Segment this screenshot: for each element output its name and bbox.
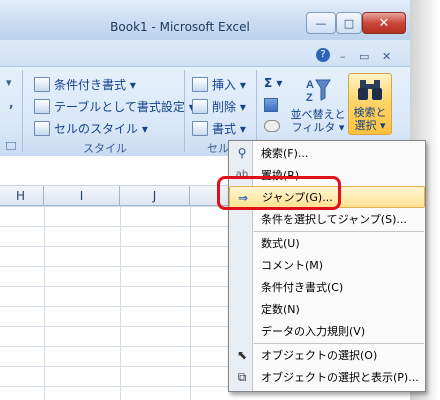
menu-item-find[interactable]: ⚲ 検索(F)...	[229, 142, 425, 164]
delete-icon	[192, 99, 208, 114]
fill-icon[interactable]	[264, 98, 278, 112]
insert-label: 挿入 ▾	[212, 78, 246, 92]
conditional-format-label: 条件付き書式 ▾	[54, 78, 136, 92]
sort-filter-label-line1: 並べ替えと	[290, 108, 346, 121]
format-icon	[192, 121, 208, 136]
menu-item-comments[interactable]: コメント(M)	[229, 254, 425, 276]
conditional-format-button[interactable]: 条件付き書式 ▾	[34, 76, 136, 93]
sort-filter-label-line2: フィルタ ▾	[291, 121, 345, 134]
menu-item-label: オブジェクトの選択と表示(P)...	[261, 371, 419, 384]
find-select-label-line2: 選択 ▾	[354, 119, 386, 132]
binoculars-icon: ⚲	[237, 146, 247, 160]
svg-text:Z: Z	[306, 92, 313, 104]
workbook-close-button[interactable]: ✕	[382, 50, 391, 63]
menu-item-conditional-formatting[interactable]: 条件付き書式(C)	[229, 276, 425, 298]
menu-item-label: コメント(M)	[261, 259, 324, 272]
menu-item-label: 条件付き書式(C)	[261, 281, 344, 294]
column-header-j[interactable]: J	[120, 186, 190, 206]
group-separator	[184, 70, 185, 152]
svg-text:A: A	[306, 79, 314, 91]
cell-styles-icon	[34, 121, 50, 136]
menu-item-select-objects[interactable]: ⬉ オブジェクトの選択(O)	[229, 344, 425, 366]
cells-group-label: セル	[207, 142, 229, 155]
grid-line	[120, 206, 121, 400]
binoculars-icon	[356, 78, 384, 102]
autosum-button[interactable]: Σ ▾	[264, 76, 282, 90]
format-as-table-button[interactable]: テーブルとして書式設定 ▾	[34, 98, 195, 115]
format-as-table-label: テーブルとして書式設定 ▾	[54, 100, 195, 114]
maximize-button[interactable]: □	[336, 12, 362, 34]
menu-item-label: 定数(N)	[261, 303, 300, 316]
group-separator	[22, 70, 23, 152]
ribbon-left-dropdown[interactable]: ▾	[6, 76, 12, 89]
minimize-button[interactable]: —	[306, 12, 336, 34]
insert-button[interactable]: 挿入 ▾	[192, 76, 246, 93]
sort-filter-icon: A Z	[302, 76, 332, 104]
workbook-minimize-button[interactable]: –	[340, 50, 346, 63]
menu-item-data-validation[interactable]: データの入力規則(V)	[229, 320, 425, 342]
insert-icon	[192, 77, 208, 92]
dialog-launcher-icon[interactable]	[6, 142, 16, 150]
sort-filter-button[interactable]: 並べ替えと フィルタ ▾	[290, 108, 346, 134]
grid-line	[44, 206, 45, 400]
menu-item-label: オブジェクトの選択(O)	[261, 349, 378, 362]
menu-item-label: 検索(F)...	[261, 147, 309, 160]
conditional-format-icon	[34, 77, 50, 92]
menu-item-goto-special[interactable]: 条件を選択してジャンプ(S)...	[229, 208, 425, 230]
highlight-annotation-box	[217, 176, 341, 210]
menu-item-label: データの入力規則(V)	[261, 325, 366, 338]
close-button[interactable]: ✕	[362, 12, 406, 34]
comma-style-button[interactable]: ,	[9, 96, 14, 110]
pointer-icon: ⬉	[236, 348, 248, 362]
window-title: Book1 - Microsoft Excel	[110, 20, 250, 34]
workbook-restore-button[interactable]: ▭	[359, 50, 369, 63]
menu-item-label: 数式(U)	[261, 237, 300, 250]
help-icon[interactable]: ?	[316, 48, 330, 62]
clear-icon[interactable]	[264, 120, 280, 132]
find-select-label: 検索と 選択 ▾	[348, 106, 392, 132]
format-label: 書式 ▾	[212, 122, 246, 136]
table-icon	[34, 99, 50, 114]
selection-pane-icon: ⧉	[237, 370, 247, 384]
delete-label: 削除 ▾	[212, 100, 246, 114]
menu-item-label: 条件を選択してジャンプ(S)...	[261, 213, 407, 226]
column-header-k[interactable]	[190, 186, 220, 206]
column-header-i[interactable]: I	[44, 186, 120, 206]
menu-item-selection-pane[interactable]: ⧉ オブジェクトの選択と表示(P)...	[229, 366, 425, 388]
format-button[interactable]: 書式 ▾	[192, 120, 246, 137]
menu-item-formulas[interactable]: 数式(U)	[229, 232, 425, 254]
cell-styles-button[interactable]: セルのスタイル ▾	[34, 120, 148, 137]
ribbon-tab-bar	[0, 40, 410, 66]
menu-item-constants[interactable]: 定数(N)	[229, 298, 425, 320]
styles-group-label: スタイル	[83, 142, 127, 155]
column-header-h[interactable]: H	[0, 186, 44, 206]
find-select-label-line1: 検索と	[353, 106, 387, 119]
delete-button[interactable]: 削除 ▾	[192, 98, 246, 115]
cell-styles-label: セルのスタイル ▾	[54, 122, 148, 136]
grid-line	[190, 206, 191, 400]
